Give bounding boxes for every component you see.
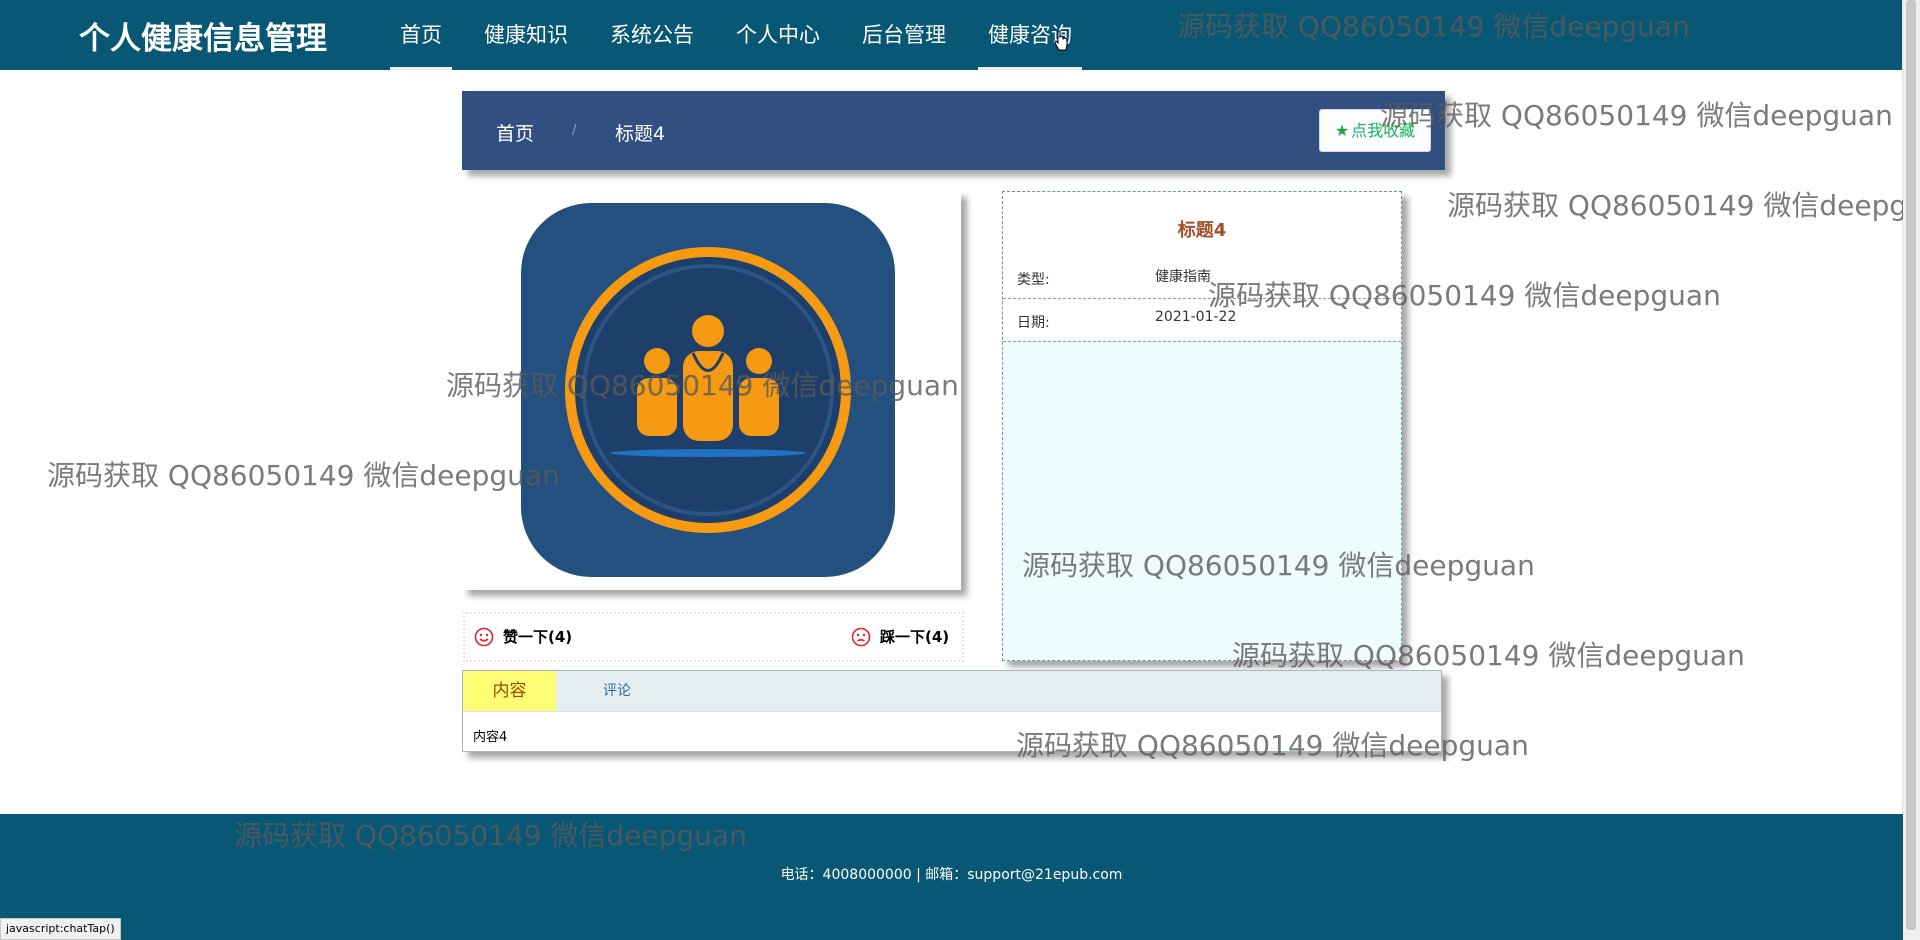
nav-item-personal-center[interactable]: 个人中心 xyxy=(726,0,830,70)
nav-item-announcements[interactable]: 系统公告 xyxy=(600,0,704,70)
type-label: 类型: xyxy=(1017,272,1050,288)
content-tabs: 内容 评论 内容4 xyxy=(462,670,1442,752)
frown-icon xyxy=(851,627,871,646)
browser-status-bar: javascript:chatTap() xyxy=(0,918,121,940)
footer: 电话：4008000000 | 邮箱：support@21epub.com xyxy=(0,814,1903,940)
tab-content-body: 内容4 xyxy=(473,730,508,745)
mouse-cursor-icon xyxy=(1054,30,1068,51)
nav-item-home[interactable]: 首页 xyxy=(390,0,452,70)
favorite-button-label: 点我收藏 xyxy=(1351,121,1416,140)
smile-icon xyxy=(474,627,494,646)
dislike-button[interactable]: 踩一下(4) xyxy=(851,626,949,647)
breadcrumb-home[interactable]: 首页 xyxy=(496,119,534,146)
info-row-date: 日期: 2021-01-22 xyxy=(1003,299,1401,342)
like-button[interactable]: 赞一下(4) xyxy=(474,626,572,647)
dislike-label: 踩一下(4) xyxy=(880,628,950,646)
vote-row: 赞一下(4) 踩一下(4) xyxy=(463,612,964,662)
info-row-type: 类型: 健康指南 xyxy=(1003,256,1401,299)
watermark-text: 源码获取 QQ86050149 微信deepguan xyxy=(1380,99,1893,132)
article-image-card xyxy=(462,191,961,590)
article-title: 标题4 xyxy=(1177,220,1227,241)
watermark-text: 源码获取 QQ86050149 微信deepguan xyxy=(1447,189,1903,222)
tab-bar: 内容 评论 xyxy=(463,671,1441,712)
nav-item-admin[interactable]: 后台管理 xyxy=(852,0,956,70)
tab-content[interactable]: 内容 xyxy=(463,671,556,711)
main-nav: 首页 健康知识 系统公告 个人中心 后台管理 健康咨询 xyxy=(390,0,1104,70)
site-brand[interactable]: 个人健康信息管理 xyxy=(79,13,327,58)
nav-item-health-knowledge[interactable]: 健康知识 xyxy=(474,0,578,70)
breadcrumb-current: 标题4 xyxy=(615,123,666,145)
footer-contact: 电话：4008000000 | 邮箱：support@21epub.com xyxy=(780,867,1123,883)
top-navbar: 个人健康信息管理 首页 健康知识 系统公告 个人中心 后台管理 健康咨询 xyxy=(0,0,1903,70)
breadcrumb-separator: / xyxy=(572,123,577,138)
date-value: 2021-01-22 xyxy=(1155,309,1237,325)
like-label: 赞一下(4) xyxy=(503,628,573,646)
favorite-button[interactable]: ★ 点我收藏 xyxy=(1319,109,1431,152)
star-icon: ★ xyxy=(1334,121,1350,140)
info-header: 标题4 类型: 健康指南 日期: 2021-01-22 xyxy=(1003,192,1401,342)
health-group-logo-icon xyxy=(521,203,895,577)
date-label: 日期: xyxy=(1017,315,1050,331)
tab-comments[interactable]: 评论 xyxy=(593,671,641,711)
vertical-scrollbar[interactable] xyxy=(1902,0,1920,940)
article-info-panel: 标题4 类型: 健康指南 日期: 2021-01-22 xyxy=(1002,191,1402,661)
breadcrumb: 首页 / 标题4 ★ 点我收藏 xyxy=(462,91,1445,170)
type-value: 健康指南 xyxy=(1155,269,1211,285)
